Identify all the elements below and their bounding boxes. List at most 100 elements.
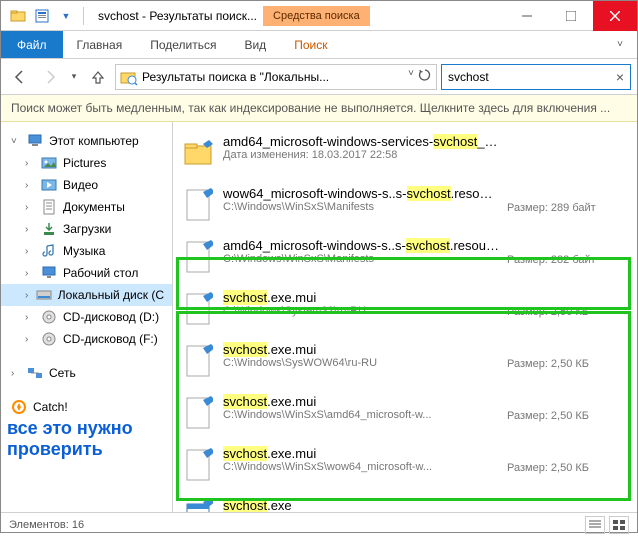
properties-icon[interactable]	[31, 5, 53, 27]
refresh-icon[interactable]	[418, 68, 432, 85]
sidebar-catch[interactable]: Catch!	[1, 396, 172, 418]
expand-icon[interactable]: ›	[25, 334, 35, 345]
clear-search-icon[interactable]: ×	[616, 69, 624, 85]
sidebar-item-downloads[interactable]: ›Загрузки	[1, 218, 172, 240]
sidebar-item-cd[interactable]: › CD-дисковод (D:)	[1, 306, 172, 328]
sidebar-item-label: Видео	[63, 178, 98, 192]
result-name: svchost.exe.mui	[223, 446, 499, 461]
cd-icon	[41, 331, 57, 347]
forward-button[interactable]	[37, 64, 63, 90]
details-view-button[interactable]	[585, 516, 605, 534]
expand-icon[interactable]: ›	[25, 202, 35, 213]
result-path: Дата изменения: 18.03.2017 22:58	[223, 149, 499, 161]
sidebar-item-music[interactable]: › Музыка	[1, 240, 172, 262]
indexing-info-bar[interactable]: Поиск может быть медленным, так как инде…	[1, 95, 637, 122]
file-tab[interactable]: Файл	[1, 31, 63, 58]
up-button[interactable]	[85, 64, 111, 90]
search-tools-tab[interactable]: Средства поиска	[263, 6, 370, 26]
sidebar-item-desktop[interactable]: ›Рабочий стол	[1, 262, 172, 284]
sidebar-item-cd[interactable]: ›CD-дисковод (F:)	[1, 328, 172, 350]
network-icon	[27, 365, 43, 381]
sidebar-item-label: Музыка	[63, 244, 105, 258]
result-size: Размер: 2,50 КБ	[507, 342, 627, 370]
sidebar-item-label: Pictures	[63, 156, 106, 170]
sidebar-item-documents[interactable]: ›Документы	[1, 196, 172, 218]
search-box[interactable]: ×	[441, 64, 631, 90]
result-item[interactable]: wow64_microsoft-windows-s..s-svchost.res…	[179, 180, 631, 232]
maximize-button[interactable]	[549, 1, 593, 31]
file-icon	[183, 446, 215, 486]
expand-icon[interactable]: ›	[25, 180, 35, 191]
tab-home[interactable]: Главная	[63, 31, 137, 58]
breadcrumb-text: Результаты поиска в "Локальны...	[142, 70, 404, 84]
status-bar: Элементов: 16	[1, 512, 637, 536]
tab-view[interactable]: Вид	[230, 31, 280, 58]
sidebar-item-label: Локальный диск (C	[58, 288, 164, 302]
result-size	[507, 134, 627, 150]
sidebar-item-video[interactable]: › Видео	[1, 174, 172, 196]
search-folder-icon	[120, 68, 138, 86]
result-name: svchost.exe.mui	[223, 394, 499, 409]
catch-icon	[11, 399, 27, 415]
navigation-bar: ▾ Результаты поиска в "Локальны... ˅ ×	[1, 59, 637, 95]
expand-icon[interactable]: ›	[25, 312, 35, 323]
expand-icon[interactable]: ›	[25, 290, 30, 301]
file-icon	[183, 498, 215, 512]
file-icon	[183, 134, 215, 174]
quick-access-toolbar: ▼	[1, 5, 94, 27]
result-size: Размер: 2,50 КБ	[507, 290, 627, 318]
file-icon	[183, 238, 215, 278]
back-button[interactable]	[7, 64, 33, 90]
tab-share[interactable]: Поделиться	[136, 31, 230, 58]
sidebar-item-disk[interactable]: › Локальный диск (C	[1, 284, 172, 306]
result-item[interactable]: svchost.exeC:\Windows\SysWOW64Размер: 39…	[179, 492, 631, 512]
expand-icon[interactable]: ›	[25, 224, 35, 235]
expand-icon[interactable]: ›	[11, 368, 21, 379]
expand-icon[interactable]: ›	[25, 246, 35, 257]
icons-view-button[interactable]	[609, 516, 629, 534]
result-size: Размер: 2,50 КБ	[507, 394, 627, 422]
sidebar-item-label: Catch!	[33, 400, 68, 414]
close-button[interactable]	[593, 1, 637, 31]
file-icon	[183, 342, 215, 382]
result-path: C:\Windows\WinSxS\wow64_microsoft-w...	[223, 461, 499, 473]
result-path: C:\Windows\WinSxS\Manifests	[223, 253, 499, 265]
qat-dropdown-icon[interactable]: ▼	[55, 5, 77, 27]
file-icon	[183, 290, 215, 330]
result-name: svchost.exe.mui	[223, 290, 499, 305]
sidebar-this-pc[interactable]: ˅ Этот компьютер	[1, 130, 172, 152]
result-name: amd64_microsoft-windows-s..s-svchost.res…	[223, 238, 499, 253]
result-name: amd64_microsoft-windows-services-svchost…	[223, 134, 499, 149]
result-item[interactable]: amd64_microsoft-windows-s..s-svchost.res…	[179, 232, 631, 284]
sidebar-item-label: CD-дисковод (D:)	[63, 310, 159, 324]
result-path: C:\Windows\WinSxS\Manifests	[223, 201, 499, 213]
search-input[interactable]	[448, 70, 616, 84]
folder-icon[interactable]	[7, 5, 29, 27]
computer-icon	[27, 133, 43, 149]
ribbon-expand-icon[interactable]: ˅	[603, 31, 637, 58]
result-item[interactable]: svchost.exe.muiC:\Windows\WinSxS\amd64_m…	[179, 388, 631, 440]
result-path: C:\Windows\SysWOW64\ru-RU	[223, 357, 499, 369]
sidebar-item-pictures[interactable]: › Pictures	[1, 152, 172, 174]
file-icon	[183, 186, 215, 226]
breadcrumb-dropdown-icon[interactable]: ˅	[408, 68, 414, 85]
recent-locations-dropdown[interactable]: ▾	[67, 64, 81, 90]
window-title: svchost - Результаты поиск...	[98, 9, 257, 23]
result-item[interactable]: svchost.exe.muiC:\Windows\SysWOW64\ru-RU…	[179, 336, 631, 388]
result-item[interactable]: svchost.exe.muiC:\Windows\System32\ru-RU…	[179, 284, 631, 336]
downloads-icon	[41, 221, 57, 237]
documents-icon	[41, 199, 57, 215]
ribbon-tabs: Файл Главная Поделиться Вид Поиск ˅	[1, 31, 637, 59]
result-item[interactable]: svchost.exe.muiC:\Windows\WinSxS\wow64_m…	[179, 440, 631, 492]
expand-icon[interactable]: ˅	[11, 136, 21, 147]
minimize-button[interactable]	[505, 1, 549, 31]
result-item[interactable]: amd64_microsoft-windows-services-svchost…	[179, 128, 631, 180]
tab-search[interactable]: Поиск	[280, 31, 341, 58]
sidebar-network[interactable]: › Сеть	[1, 362, 172, 384]
window-controls	[505, 1, 637, 31]
result-size: Размер: 2,50 КБ	[507, 446, 627, 474]
results-pane[interactable]: amd64_microsoft-windows-services-svchost…	[173, 122, 637, 512]
expand-icon[interactable]: ›	[25, 268, 35, 279]
expand-icon[interactable]: ›	[25, 158, 35, 169]
address-bar[interactable]: Результаты поиска в "Локальны... ˅	[115, 64, 437, 90]
